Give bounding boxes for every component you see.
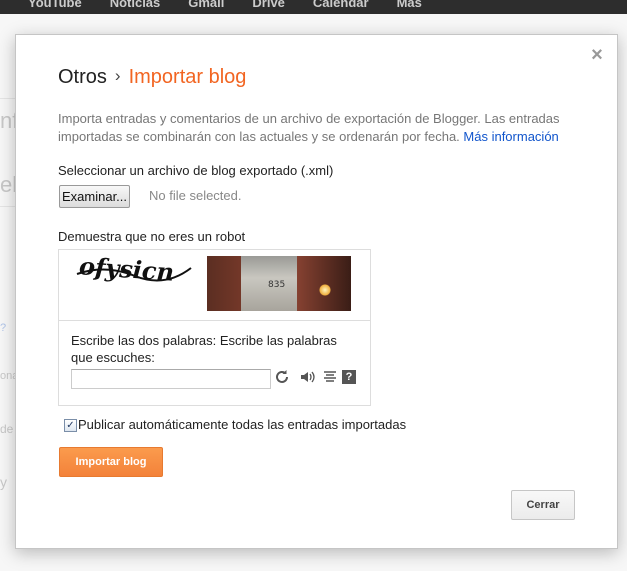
import-blog-button[interactable]: Importar blog	[59, 447, 163, 477]
captcha-heading: Demuestra que no eres un robot	[58, 229, 246, 244]
chevron-right-icon: ›	[114, 66, 121, 85]
gbar-link-gmail[interactable]: Gmail	[188, 0, 224, 10]
file-select-label: Seleccionar un archivo de blog exportado…	[58, 163, 334, 178]
bg-fragment: de	[0, 422, 14, 436]
more-info-link[interactable]: Más información	[463, 129, 558, 144]
import-blog-dialog: × Otros › Importar blog Importa entradas y…	[15, 34, 618, 549]
gbar-link-calendar[interactable]: Calendar	[313, 0, 369, 10]
close-icon[interactable]: ×	[589, 45, 605, 65]
gbar-link-news[interactable]: Noticias	[110, 0, 161, 10]
browse-button[interactable]: Examinar...	[59, 185, 130, 208]
close-button[interactable]: Cerrar	[511, 490, 575, 520]
help-icon[interactable]: ?	[342, 370, 356, 384]
dialog-title: Importar blog	[128, 66, 247, 88]
auto-publish-checkbox[interactable]: ✓	[64, 419, 77, 432]
breadcrumb-parent[interactable]: Otros	[58, 66, 107, 88]
refresh-icon[interactable]	[273, 369, 291, 387]
captcha-word-image: ofysicn	[76, 254, 192, 287]
gbar-link-drive[interactable]: Drive	[252, 0, 285, 10]
dialog-description: Importa entradas y comentarios de un arc…	[58, 110, 578, 146]
captcha-prompt: Escribe las dos palabras: Escribe las pa…	[71, 333, 337, 365]
file-status: No file selected.	[149, 188, 242, 203]
bg-fragment: y	[0, 474, 7, 490]
page-title: Otros › Importar blog	[58, 66, 246, 89]
text-challenge-icon[interactable]	[321, 369, 339, 387]
captcha-input[interactable]	[71, 369, 271, 389]
audio-icon[interactable]	[298, 369, 316, 387]
gbar-link-more[interactable]: Más	[397, 0, 422, 10]
captcha-images: ofysicn 835	[59, 250, 370, 321]
bg-fragment: ?	[0, 322, 7, 334]
captcha-photo: 835	[207, 256, 351, 311]
captcha-widget: ofysicn 835 Escribe las dos palabras: Es…	[58, 249, 371, 406]
google-bar: YouTube Noticias Gmail Drive Calendar Más	[0, 0, 627, 14]
auto-publish-label[interactable]: Publicar automáticamente todas las entra…	[78, 417, 406, 432]
gbar-link-youtube[interactable]: YouTube	[28, 0, 82, 10]
captcha-photo-number: 835	[268, 280, 286, 290]
